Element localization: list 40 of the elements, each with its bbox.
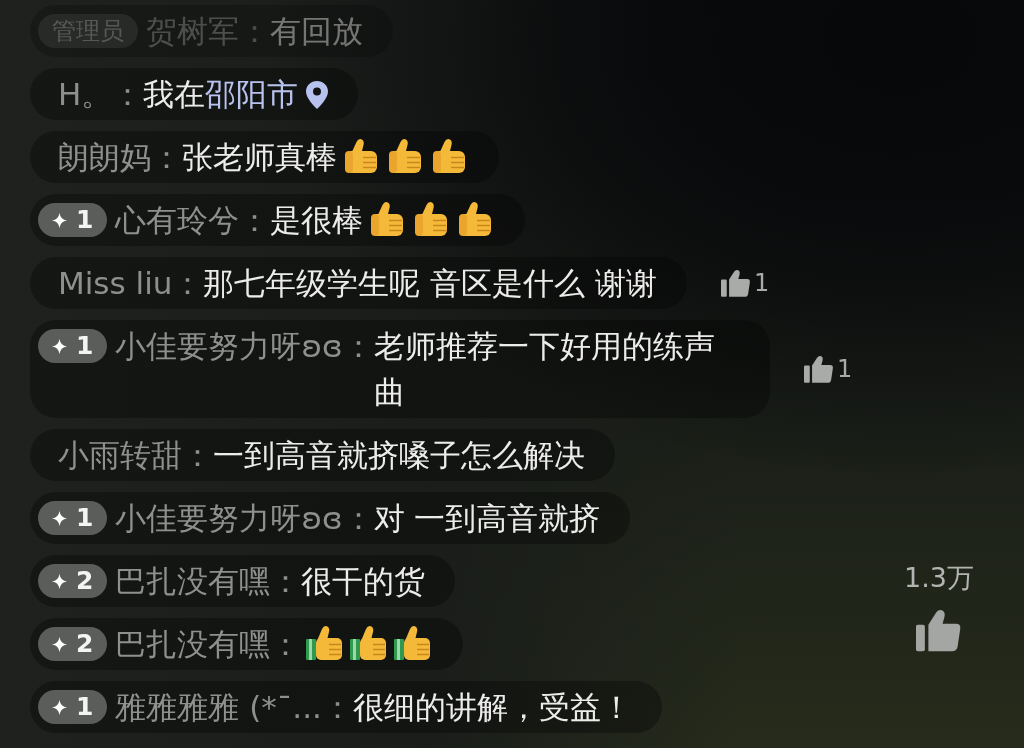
- level-number: 1: [76, 691, 94, 723]
- like-button[interactable]: 1.3万: [904, 562, 974, 652]
- location-pin-icon: [306, 81, 329, 109]
- comment-text: 很干的货: [301, 562, 426, 601]
- sparkle-icon: [52, 699, 67, 715]
- comment-text: 张老师真棒: [182, 138, 337, 177]
- commenter-name: 巴扎没有嘿：: [115, 625, 302, 664]
- level-number: 1: [76, 330, 94, 362]
- commenter-name: 小佳要努力呀ʚɞ：: [115, 499, 374, 538]
- commenter-name: 雅雅雅雅 (*¯...：: [115, 688, 353, 727]
- commenter-name: 巴扎没有嘿：: [115, 562, 302, 601]
- like-button[interactable]: 1: [721, 269, 770, 297]
- commenter-name: H。：: [58, 75, 144, 114]
- commenter-name: Miss liu：: [58, 264, 204, 303]
- comment-text: 有回放: [270, 12, 363, 51]
- level-number: 2: [76, 628, 94, 660]
- comment-text: 对 一到高音就挤: [373, 499, 601, 538]
- sparkle-icon: [52, 212, 67, 228]
- thumbs-up-icon: [804, 355, 834, 383]
- sparkle-icon: [52, 338, 67, 354]
- comment-text: 老师推荐一下好用的练声曲: [373, 327, 716, 412]
- sparkle-icon: [52, 510, 67, 526]
- commenter-name: 朗朗妈：: [58, 138, 182, 177]
- commenter-name: 小雨转甜：: [58, 436, 213, 475]
- comment-text: 很细的讲解，受益！: [352, 688, 632, 727]
- comment-text: 一到高音就挤嗓子怎么解决: [213, 436, 585, 475]
- sparkle-icon: [52, 573, 67, 589]
- level-number: 1: [76, 204, 94, 236]
- location-link[interactable]: 邵阳市: [205, 71, 299, 117]
- level-number: 1: [76, 502, 94, 534]
- thumbs-up-icon: [721, 269, 752, 297]
- level-number: 2: [76, 565, 94, 597]
- commenter-name: 心有玲兮：: [115, 201, 271, 240]
- comment-text: 那七年级学生呢 音区是什么 谢谢: [203, 264, 658, 303]
- comment-text: 我在: [143, 75, 206, 114]
- thumbs-up-icon: [916, 608, 962, 652]
- comment-text: 是很棒: [270, 201, 364, 240]
- sparkle-icon: [52, 636, 67, 652]
- commenter-name: 小佳要努力呀ʚɞ：: [115, 327, 374, 366]
- like-button[interactable]: 1: [804, 355, 853, 383]
